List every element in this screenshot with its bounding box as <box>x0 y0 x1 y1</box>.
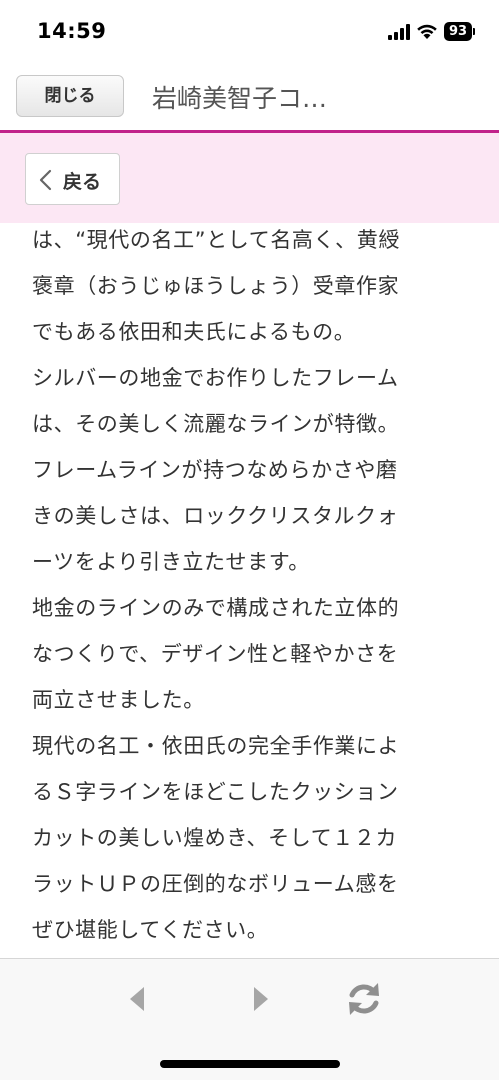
nav-forward-icon[interactable] <box>250 985 272 1013</box>
nav-back-icon[interactable] <box>126 985 148 1013</box>
battery-tip <box>473 28 475 35</box>
browser-toolbar <box>0 958 499 1080</box>
article-text: は、“現代の名工”として名高く、黄綬 褒章（おうじゅほうしょう）受章作家 でもあ… <box>32 217 468 953</box>
article-line: でもある依田和夫氏によるもの。 <box>32 320 356 344</box>
article-line: 現代の名工・依田氏の完全手作業によ <box>32 734 400 758</box>
article-line: 地金のラインのみで構成された立体的 <box>32 596 400 620</box>
article-line: 両立させました。 <box>32 688 205 712</box>
status-time: 14:59 <box>37 19 107 43</box>
page-title: 岩崎美智子コ… <box>152 84 328 113</box>
browser-screen: 14:59 93 閉じる 岩崎美智子コ… は、“現代の名工”として名高く、黄綬 … <box>0 0 499 1080</box>
home-indicator[interactable] <box>160 1060 340 1068</box>
chevron-left-icon <box>39 169 52 191</box>
wifi-icon <box>417 24 437 39</box>
back-button-label: 戻る <box>63 171 102 193</box>
article-line: は、“現代の名工”として名高く、黄綬 <box>32 228 400 252</box>
close-button[interactable]: 閉じる <box>16 75 124 117</box>
article-line: ーツをより引き立たせます。 <box>32 550 310 574</box>
article-line: ぜひ堪能してください。 <box>32 918 269 942</box>
article-line: は、その美しく流麗なラインが特徴。 <box>32 412 400 436</box>
reload-icon[interactable] <box>344 979 384 1019</box>
back-bar: 戻る <box>0 133 499 223</box>
article-line: きの美しさは、ロッククリスタルクォ <box>32 504 399 528</box>
article-line: シルバーの地金でお作りしたフレーム <box>32 366 399 390</box>
article-line: なつくりで、デザイン性と軽やかさを <box>32 642 399 666</box>
web-content[interactable]: は、“現代の名工”として名高く、黄綬 褒章（おうじゅほうしょう）受章作家 でもあ… <box>0 133 499 959</box>
article-line: フレームラインが持つなめらかさや磨 <box>32 458 398 482</box>
title-bar: 閉じる 岩崎美智子コ… <box>0 62 499 130</box>
signal-icon <box>388 24 410 40</box>
status-bar: 14:59 93 <box>0 0 499 62</box>
article-line: るＳ字ラインをほどこしたクッション <box>32 780 399 804</box>
battery-icon: 93 <box>444 22 472 41</box>
back-button[interactable]: 戻る <box>25 153 120 205</box>
article-line: ラットＵＰの圧倒的なボリューム感を <box>32 872 399 896</box>
article-line: 褒章（おうじゅほうしょう）受章作家 <box>32 274 400 298</box>
article-line: カットの美しい煌めき、そして１２カ <box>32 826 398 850</box>
